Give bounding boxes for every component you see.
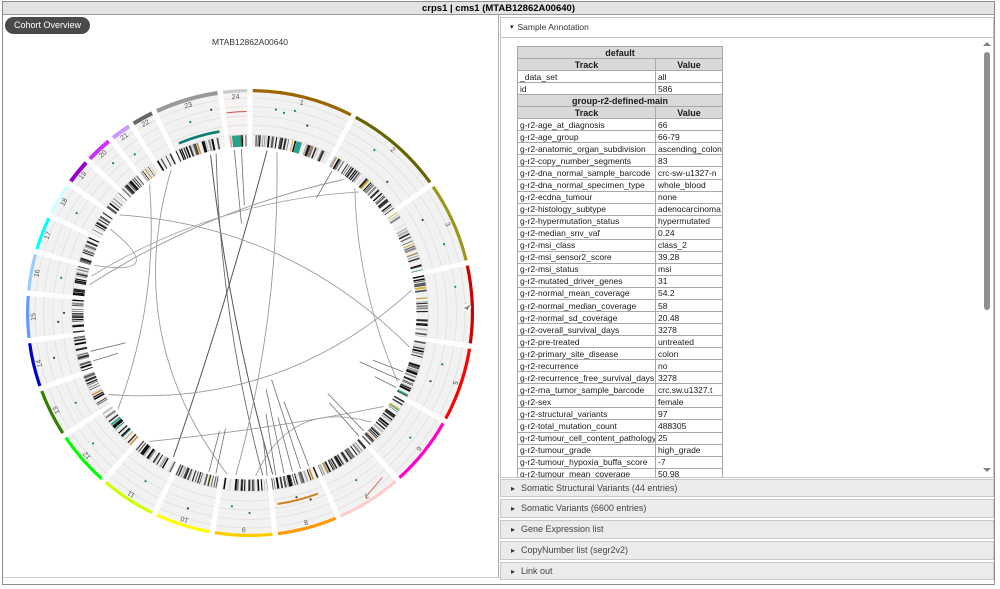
svg-text:16: 16 — [33, 269, 41, 278]
svg-text:MTAB12862A00640: MTAB12862A00640 — [212, 37, 288, 47]
svg-text:9: 9 — [242, 525, 246, 532]
svg-text:15: 15 — [30, 313, 37, 321]
svg-text:24: 24 — [231, 94, 239, 102]
